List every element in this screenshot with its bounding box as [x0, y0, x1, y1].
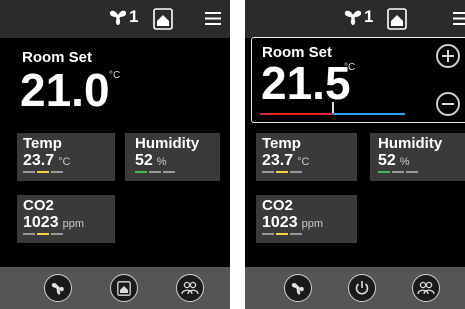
- setpoint-slider[interactable]: [260, 102, 405, 117]
- home-button[interactable]: [110, 274, 138, 302]
- humidity-label: Humidity: [378, 135, 443, 152]
- temp-reading: 23.7 °C: [262, 153, 309, 170]
- temp-value: 23.7: [23, 152, 55, 169]
- co2-value: 1023: [23, 214, 59, 231]
- status-bar: 1: [245, 0, 465, 38]
- menu-button[interactable]: [205, 12, 221, 30]
- room-set-value: 21.0: [20, 64, 110, 116]
- fan-icon: [291, 282, 304, 295]
- screen-setpoint-edit: 1 Room Set 21.5 °C Temp 23.7 °C Humidity…: [245, 0, 465, 309]
- co2-reading: 1023 ppm: [262, 215, 323, 232]
- room-set-editor[interactable]: Room Set 21.5 °C: [251, 37, 465, 123]
- humidity-label: Humidity: [135, 135, 200, 152]
- people-icon: [181, 281, 199, 295]
- fan-icon: [344, 10, 362, 25]
- status-bar: 1: [0, 0, 230, 38]
- humidity-value: 52: [135, 152, 153, 169]
- temp-label: Temp: [23, 135, 62, 152]
- room-set-unit: °C: [109, 70, 121, 81]
- increase-setpoint-button[interactable]: [436, 44, 460, 68]
- co2-level-bars: [262, 233, 302, 235]
- temp-level-bars: [23, 171, 63, 173]
- people-icon: [417, 281, 435, 295]
- humidity-level-bars: [378, 171, 418, 173]
- co2-tile[interactable]: CO2 1023 ppm: [256, 195, 357, 243]
- room-set-value: 21.5: [261, 57, 351, 109]
- co2-value: 1023: [262, 214, 298, 231]
- humidity-tile[interactable]: Humidity 52%: [125, 133, 220, 181]
- fan-icon: [109, 10, 127, 25]
- setpoint-slider-warm: [332, 113, 405, 115]
- temp-unit: °C: [58, 156, 71, 168]
- room-set-unit: °C: [344, 62, 356, 73]
- co2-level-bars: [23, 233, 63, 235]
- temp-tile[interactable]: Temp 23.7 °C: [256, 133, 357, 181]
- house-icon: [387, 8, 407, 30]
- temp-reading: 23.7 °C: [23, 153, 70, 170]
- fan-button[interactable]: [44, 274, 72, 302]
- fan-speed-indicator[interactable]: 1: [108, 8, 138, 26]
- co2-unit: ppm: [301, 218, 323, 230]
- temp-tile[interactable]: Temp 23.7 °C: [17, 133, 115, 181]
- power-button[interactable]: [348, 274, 376, 302]
- people-button[interactable]: [412, 274, 440, 302]
- humidity-value: 52: [378, 152, 396, 169]
- temp-label: Temp: [262, 135, 301, 152]
- temp-level-bars: [262, 171, 302, 173]
- bottom-nav: [0, 267, 230, 309]
- menu-icon: [205, 12, 221, 25]
- humidity-tile[interactable]: Humidity 52%: [370, 133, 465, 181]
- fan-speed-value: 1: [129, 7, 139, 26]
- house-icon: [117, 280, 131, 296]
- temp-value: 23.7: [262, 152, 294, 169]
- co2-tile[interactable]: CO2 1023 ppm: [17, 195, 115, 243]
- co2-label: CO2: [23, 197, 54, 214]
- co2-reading: 1023 ppm: [23, 215, 84, 232]
- humidity-unit: %: [399, 156, 410, 168]
- setpoint-slider-cold: [260, 113, 333, 115]
- power-icon: [355, 281, 369, 295]
- fan-speed-value: 1: [364, 7, 374, 26]
- fan-icon: [51, 282, 64, 295]
- co2-unit: ppm: [62, 218, 84, 230]
- menu-icon: [453, 12, 465, 25]
- temp-unit: °C: [297, 156, 310, 168]
- co2-label: CO2: [262, 197, 293, 214]
- screen-default: 1 Room Set 21.0 °C Temp 23.7 °C Humidity …: [0, 0, 230, 309]
- decrease-setpoint-button[interactable]: [436, 92, 460, 116]
- menu-button[interactable]: [453, 12, 465, 30]
- home-mode-indicator[interactable]: [153, 8, 173, 35]
- bottom-nav: [245, 267, 465, 309]
- humidity-unit: %: [156, 156, 167, 168]
- humidity-reading: 52%: [378, 153, 410, 170]
- plus-icon: [442, 50, 454, 62]
- setpoint-slider-thumb[interactable]: [332, 102, 334, 113]
- home-mode-indicator[interactable]: [387, 8, 407, 35]
- room-set-display[interactable]: Room Set 21.0 °C: [0, 42, 230, 124]
- humidity-level-bars: [135, 171, 175, 173]
- fan-speed-indicator[interactable]: 1: [343, 8, 373, 26]
- minus-icon: [442, 103, 454, 105]
- humidity-reading: 52%: [135, 153, 167, 170]
- fan-button[interactable]: [284, 274, 312, 302]
- people-button[interactable]: [176, 274, 204, 302]
- house-icon: [153, 8, 173, 30]
